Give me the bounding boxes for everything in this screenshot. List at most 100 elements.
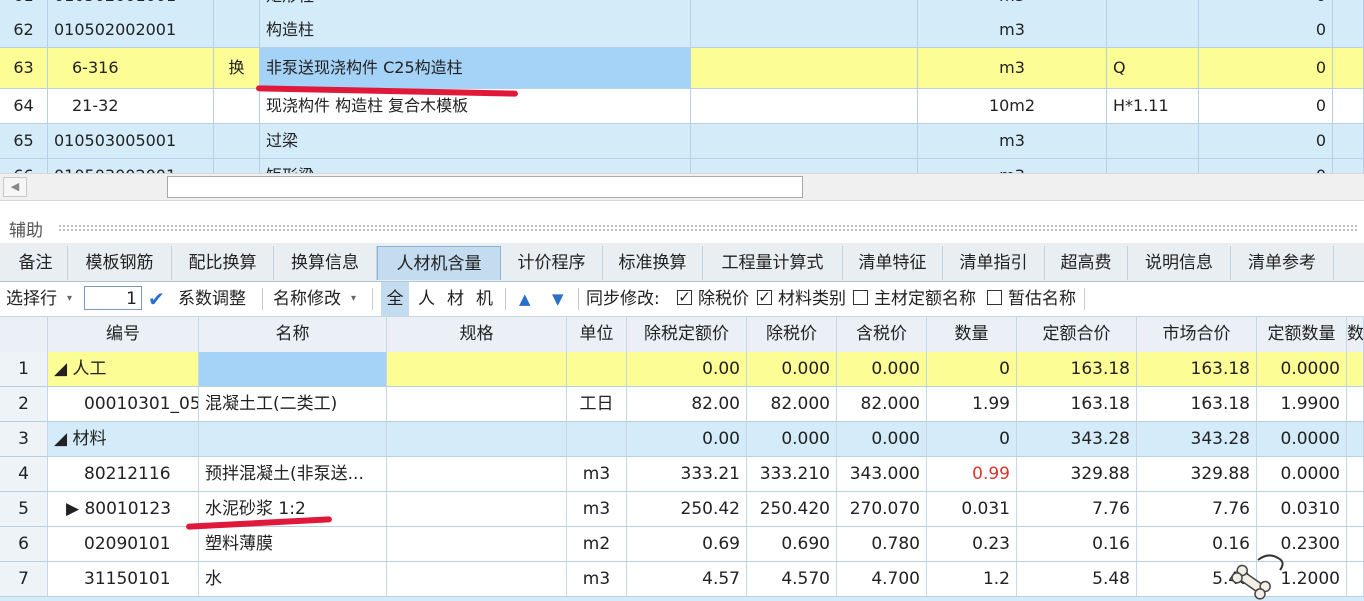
price-ex-tax[interactable]: 0.000: [747, 422, 837, 456]
resource-spec[interactable]: [387, 457, 567, 491]
quantity[interactable]: 0.23: [927, 527, 1017, 561]
item-code[interactable]: 010502002001: [48, 13, 214, 47]
arrow-down-icon[interactable]: ▼: [552, 282, 564, 316]
header-name[interactable]: 名称: [199, 317, 387, 352]
table-row-selected[interactable]: 63 6-316 换 非泵送现浇构件 C25构造柱 m3 Q 0: [0, 48, 1364, 89]
resource-name[interactable]: 预拌混凝土(非泵送...: [199, 457, 387, 491]
price-inc-tax[interactable]: 0.780: [837, 527, 927, 561]
table-row[interactable]: 3 ◢ 材料 0.00 0.000 0.000 0 343.28 343.28 …: [0, 422, 1364, 457]
quantity[interactable]: 1.2: [927, 562, 1017, 596]
header-spec[interactable]: 规格: [387, 317, 567, 352]
resource-spec[interactable]: [387, 492, 567, 526]
quantity[interactable]: 0: [927, 422, 1017, 456]
resource-name[interactable]: [199, 352, 387, 386]
item-expr[interactable]: Q: [1107, 48, 1199, 88]
price-inc-tax[interactable]: 0.000: [837, 352, 927, 386]
item-qty[interactable]: 0: [1199, 124, 1333, 158]
item-code[interactable]: 010503005001: [48, 124, 214, 158]
base-price[interactable]: 0.00: [627, 352, 747, 386]
resource-spec[interactable]: [387, 422, 567, 456]
resource-unit[interactable]: 工日: [567, 387, 627, 421]
resource-code[interactable]: 80212116: [48, 457, 199, 491]
arrow-up-icon[interactable]: ▲: [519, 282, 531, 316]
header-price-inc-tax[interactable]: 含税价: [837, 317, 927, 352]
item-spec[interactable]: [691, 0, 918, 13]
filter-machine-button[interactable]: 机: [476, 282, 493, 316]
resource-code[interactable]: 02090101: [48, 527, 199, 561]
resource-unit[interactable]: m3: [567, 562, 627, 596]
scroll-left-icon[interactable]: ◀: [3, 177, 27, 197]
header-unit[interactable]: 单位: [567, 317, 627, 352]
tab-quantity-formula[interactable]: 工程量计算式: [703, 246, 843, 280]
item-spec[interactable]: [691, 48, 918, 88]
price-inc-tax[interactable]: 0.000: [837, 422, 927, 456]
item-spec[interactable]: [691, 89, 918, 123]
table-row[interactable]: 61 010502001001 矩形柱 m3 0: [0, 0, 1364, 14]
table-row[interactable]: 1 ◢ 人工 0.00 0.000 0.000 0 163.18 163.18 …: [0, 352, 1364, 387]
price-ex-tax[interactable]: 0.690: [747, 527, 837, 561]
item-name[interactable]: 矩形柱: [260, 0, 691, 13]
item-expr[interactable]: H*1.11: [1107, 89, 1199, 123]
table-row-current[interactable]: 5 ▶ 80010123 水泥砂浆 1:2 m3 250.42 250.420 …: [0, 492, 1364, 527]
base-price[interactable]: 0.69: [627, 527, 747, 561]
item-unit[interactable]: m3: [918, 159, 1107, 173]
base-price[interactable]: 0.00: [627, 422, 747, 456]
item-unit[interactable]: m3: [918, 13, 1107, 47]
item-spec[interactable]: [691, 124, 918, 158]
price-ex-tax[interactable]: 250.420: [747, 492, 837, 526]
table-row[interactable]: 66 010503002001 矩形梁 m3 0: [0, 159, 1364, 173]
resource-code[interactable]: 00010301_05: [48, 387, 199, 421]
horizontal-scrollbar[interactable]: ◀: [0, 173, 1364, 201]
base-price[interactable]: 250.42: [627, 492, 747, 526]
item-qty[interactable]: 0: [1199, 48, 1333, 88]
item-spec[interactable]: [691, 159, 918, 173]
item-expr[interactable]: [1107, 13, 1199, 47]
header-more[interactable]: 数: [1347, 317, 1364, 352]
filter-labor-button[interactable]: 人: [418, 282, 435, 316]
price-ex-tax[interactable]: 82.000: [747, 387, 837, 421]
item-code[interactable]: 6-316: [48, 48, 214, 88]
header-base-price[interactable]: 除税定额价: [627, 317, 747, 352]
resource-code[interactable]: 31150101: [48, 562, 199, 596]
item-qty[interactable]: 0: [1199, 0, 1333, 13]
tab-list-guide[interactable]: 清单指引: [943, 246, 1045, 280]
table-row[interactable]: 4 80212116 预拌混凝土(非泵送... m3 333.21 333.21…: [0, 457, 1364, 492]
resource-unit[interactable]: [567, 352, 627, 386]
group-toggle-material[interactable]: ◢ 材料: [48, 422, 199, 456]
group-toggle-labor[interactable]: ◢ 人工: [48, 352, 199, 386]
tab-remarks[interactable]: 备注: [4, 246, 68, 280]
header-base-qty[interactable]: 定额数量: [1257, 317, 1347, 352]
base-price[interactable]: 82.00: [627, 387, 747, 421]
resource-name[interactable]: 水: [199, 562, 387, 596]
header-code[interactable]: 编号: [48, 317, 199, 352]
chevron-down-icon[interactable]: ▾: [67, 282, 72, 316]
item-unit[interactable]: m3: [918, 0, 1107, 13]
checkbox-temp-name[interactable]: [987, 290, 1002, 305]
tab-standard-conversion[interactable]: 标准换算: [603, 246, 703, 280]
item-code[interactable]: 010503002001: [48, 159, 214, 173]
item-code[interactable]: 21-32: [48, 89, 214, 123]
checkbox-price[interactable]: ✓: [677, 290, 692, 305]
tab-mix-conversion[interactable]: 配比换算: [172, 246, 274, 280]
table-row[interactable]: 6 02090101 塑料薄膜 m2 0.69 0.690 0.780 0.23…: [0, 527, 1364, 562]
filter-all-button[interactable]: 全: [381, 282, 409, 316]
item-name[interactable]: 过梁: [260, 124, 691, 158]
table-row[interactable]: 65 010503005001 过梁 m3 0: [0, 124, 1364, 159]
item-qty[interactable]: 0: [1199, 13, 1333, 47]
resource-spec[interactable]: [387, 527, 567, 561]
tab-conversion-info[interactable]: 换算信息: [274, 246, 377, 280]
tab-formwork-rebar[interactable]: 模板钢筋: [68, 246, 172, 280]
quantity[interactable]: 0: [927, 352, 1017, 386]
coef-adjust-button[interactable]: 系数调整: [178, 282, 246, 316]
item-code[interactable]: 010502001001: [48, 0, 214, 13]
resource-spec[interactable]: [387, 387, 567, 421]
chevron-down-icon[interactable]: ▾: [351, 282, 356, 316]
item-name[interactable]: 构造柱: [260, 13, 691, 47]
item-expr[interactable]: [1107, 124, 1199, 158]
checkbox-category[interactable]: ✓: [757, 290, 772, 305]
splitter-grip[interactable]: [58, 224, 1358, 232]
item-qty[interactable]: 0: [1199, 89, 1333, 123]
resource-name[interactable]: 混凝土工(二类工): [199, 387, 387, 421]
resource-unit[interactable]: m3: [567, 492, 627, 526]
header-base-total[interactable]: 定额合价: [1017, 317, 1137, 352]
